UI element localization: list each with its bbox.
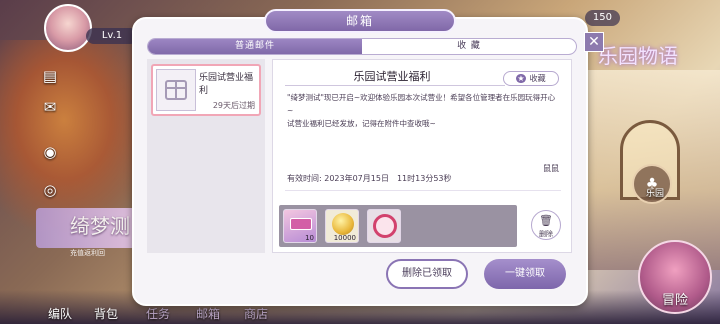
event-banner-subtitle: 充值返利回	[70, 249, 105, 257]
modal-title: 邮箱	[264, 9, 456, 33]
player-level: Lv.1	[86, 28, 138, 44]
delete-mail-button[interactable]: 🗑 删除	[531, 210, 561, 240]
mail-signature: 鼠鼠	[543, 164, 559, 173]
gift-icon	[165, 80, 187, 100]
reward-item[interactable]	[367, 209, 401, 243]
mailbox-modal: 邮箱 ✕ 普通邮件 收 藏 乐园试营业福利 29天后过期 乐园试营业福利 ★ 收藏…	[132, 9, 604, 306]
mail-body: "绮梦测试"现已开启~欢迎体验乐园本次试营业！希望各位管理者在乐园玩得开心~ 试…	[287, 91, 557, 130]
trash-icon: 🗑	[539, 214, 553, 227]
world-button-label: 乐园	[645, 189, 664, 199]
users-icon[interactable]: ◉	[40, 142, 60, 162]
reward-item[interactable]: 10000	[325, 209, 359, 243]
reward-count: 10	[305, 234, 314, 242]
valid-time: 有效时间: 2023年07月15日 11时13分53秒	[287, 174, 452, 183]
mail-item-expire: 29天后过期	[212, 101, 255, 110]
tab-favorites[interactable]: 收 藏	[362, 39, 576, 54]
mail-tabs: 普通邮件 收 藏	[147, 38, 577, 55]
nav-bag[interactable]: 背包	[94, 305, 118, 322]
game-logo-title: 乐园物语	[598, 44, 678, 68]
reward-attachments: 10 10000	[279, 205, 517, 247]
nav-shop[interactable]: 商店	[244, 305, 268, 322]
delete-received-button[interactable]: 删除已领取	[386, 259, 468, 289]
event-banner-title: 绮梦测	[70, 214, 130, 238]
mail-body-line-2: 试营业福利已经发放，记得在附件中查收哦~	[287, 119, 436, 128]
nav-tasks[interactable]: 任务	[146, 305, 170, 322]
favorite-button[interactable]: ★ 收藏	[503, 71, 559, 86]
adventure-button-label: 冒险	[661, 293, 688, 308]
mail-detail-title: 乐园试营业福利	[353, 70, 431, 83]
nav-team[interactable]: 编队	[48, 305, 72, 322]
star-icon: ★	[516, 74, 526, 83]
player-avatar[interactable]	[44, 4, 92, 52]
coin-icon	[332, 213, 354, 235]
mail-list: 乐园试营业福利 29天后过期	[147, 59, 265, 253]
reward-count: 10000	[333, 234, 356, 242]
currency-counter[interactable]: 150	[584, 10, 620, 26]
tab-normal-mail[interactable]: 普通邮件	[148, 39, 362, 54]
reward-item[interactable]: 10	[283, 209, 317, 243]
mail-side-icon[interactable]: ✉	[40, 97, 60, 117]
delete-mail-label: 删除	[539, 230, 553, 238]
divider	[285, 85, 505, 86]
adventure-button[interactable]: 冒险	[638, 240, 712, 314]
ticket-icon	[290, 218, 312, 230]
event-banner[interactable]: 绮梦测 充值返利回	[36, 208, 136, 257]
claim-all-button[interactable]: 一键领取	[484, 259, 566, 289]
mail-item-title: 乐园试营业福利	[199, 73, 254, 96]
favorite-label: 收藏	[529, 74, 546, 83]
nav-mail[interactable]: 邮箱	[196, 305, 220, 322]
divider	[285, 190, 561, 191]
game-logo: 乐园物语	[598, 40, 710, 80]
mail-body-line-1: "绮梦测试"现已开启~欢迎体验乐园本次试营业！希望各位管理者在乐园玩得开心~	[287, 93, 556, 115]
mail-detail: 乐园试营业福利 ★ 收藏 "绮梦测试"现已开启~欢迎体验乐园本次试营业！希望各位管…	[272, 59, 572, 253]
list-item[interactable]: 乐园试营业福利 29天后过期	[151, 64, 261, 116]
mail-thumbnail	[156, 69, 196, 111]
camera-icon[interactable]: ◎	[40, 180, 60, 200]
document-icon[interactable]: ▤	[40, 66, 60, 86]
emblem-icon	[373, 214, 397, 238]
close-icon[interactable]: ✕	[584, 32, 604, 52]
